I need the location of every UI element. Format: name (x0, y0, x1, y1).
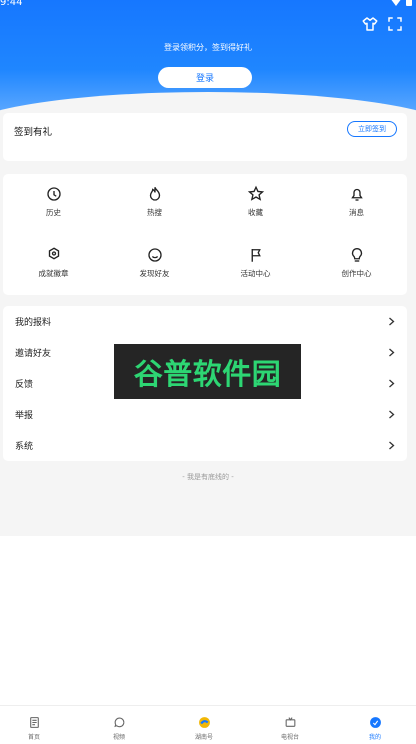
flag-icon (247, 246, 265, 264)
list-item-label: 举报 (15, 411, 34, 421)
tab-label: 视频 (112, 734, 125, 741)
chevron-right-icon (388, 379, 395, 388)
feature-grid: 历史 热搜 收藏 消息 成就徽章 发现好友 活动中心 创作中心 (3, 174, 407, 295)
login-tip: 登录领积分，签到得好礼 (164, 43, 252, 52)
tab-label: 电视台 (280, 734, 299, 741)
chevron-right-icon (388, 441, 395, 450)
tab-profile[interactable]: 我的 (333, 716, 416, 744)
status-icons (390, 0, 412, 6)
achievement-label: 成就徽章 (38, 269, 69, 278)
favorites-label: 收藏 (248, 208, 263, 217)
tab-hunan[interactable]: 湖南号 (162, 716, 246, 744)
report-item[interactable]: 举报 (3, 399, 407, 430)
status-time: 9:44 (0, 0, 23, 8)
tab-label: 湖南号 (194, 734, 213, 741)
flame-icon (146, 185, 164, 203)
activity-center-label: 活动中心 (240, 269, 271, 278)
chat-icon (113, 716, 126, 729)
creation-center-entry[interactable]: 创作中心 (306, 237, 407, 289)
creation-center-label: 创作中心 (341, 269, 372, 278)
battery-icon (406, 0, 412, 6)
system-item[interactable]: 系统 (3, 430, 407, 461)
home-icon (28, 716, 41, 729)
messages-entry[interactable]: 消息 (306, 176, 407, 228)
hunan-icon (198, 716, 211, 729)
achievement-entry[interactable]: 成就徽章 (3, 237, 104, 289)
history-label: 历史 (46, 208, 61, 217)
shirt-icon[interactable] (361, 15, 379, 33)
profile-icon (369, 716, 382, 729)
chevron-right-icon (388, 317, 395, 326)
bottom-note: - 我是有底线的 - (182, 473, 234, 481)
bottom-tab-bar: 首页 视频 湖南号 电视台 我的 (0, 705, 416, 744)
tab-label: 我的 (368, 734, 381, 741)
sign-in-card: 签到有礼 立即签到 (3, 113, 407, 161)
tv-icon (284, 716, 297, 729)
scan-icon[interactable] (386, 15, 404, 33)
wifi-icon (390, 0, 402, 6)
hot-search-label: 热搜 (147, 208, 162, 217)
history-entry[interactable]: 历史 (3, 176, 104, 228)
sign-in-button[interactable]: 立即签到 (347, 121, 397, 137)
tab-tv[interactable]: 电视台 (248, 716, 332, 744)
watermark: 谷普软件园 (114, 344, 301, 399)
activity-center-entry[interactable]: 活动中心 (205, 237, 306, 289)
profile-header: 9:44 登录领积分，签到得好礼 登录 (0, 0, 416, 132)
star-icon (247, 185, 265, 203)
bell-icon (348, 185, 366, 203)
list-item-label: 我的报料 (15, 318, 52, 328)
list-item-label: 系统 (15, 442, 34, 452)
list-item-label: 邀请好友 (15, 349, 52, 359)
messages-label: 消息 (349, 208, 364, 217)
my-report-item[interactable]: 我的报料 (3, 306, 407, 337)
favorites-entry[interactable]: 收藏 (205, 176, 306, 228)
tab-home[interactable]: 首页 (0, 716, 76, 744)
tab-label: 首页 (27, 734, 40, 741)
smile-icon (146, 246, 164, 264)
app-screen: 9:44 登录领积分，签到得好礼 登录 签到有礼 立即签到 历史 热搜 收藏 消… (0, 0, 416, 744)
find-friends-label: 发现好友 (139, 269, 170, 278)
badge-icon (45, 246, 63, 264)
sign-in-title: 签到有礼 (14, 127, 53, 138)
chevron-right-icon (388, 348, 395, 357)
hot-search-entry[interactable]: 热搜 (104, 176, 205, 228)
history-icon (45, 185, 63, 203)
find-friends-entry[interactable]: 发现好友 (104, 237, 205, 289)
login-button[interactable]: 登录 (158, 67, 252, 88)
chevron-right-icon (388, 410, 395, 419)
list-item-label: 反馈 (15, 380, 34, 390)
bulb-icon (348, 246, 366, 264)
blank-content-area (0, 536, 416, 706)
tab-video[interactable]: 视频 (77, 716, 161, 744)
